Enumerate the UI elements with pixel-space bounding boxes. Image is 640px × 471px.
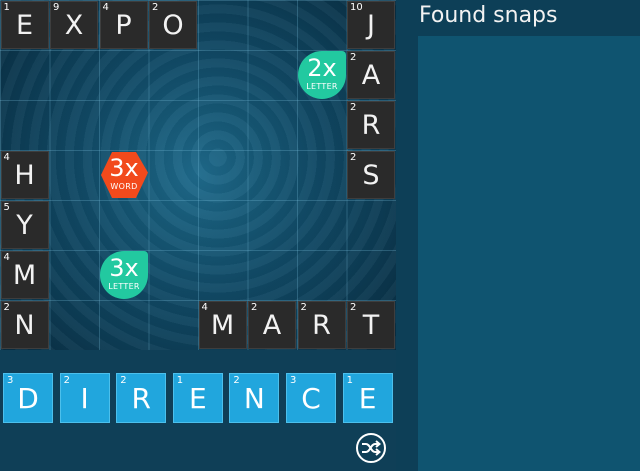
rack-tile[interactable]: 1E bbox=[342, 373, 393, 423]
tile-letter: Y bbox=[16, 210, 33, 241]
board-tile[interactable]: 2A bbox=[347, 51, 395, 99]
tile-letter: R bbox=[131, 382, 151, 415]
tile-letter: D bbox=[17, 382, 39, 415]
tile-letter: T bbox=[362, 310, 380, 341]
board-tile[interactable]: 9X bbox=[50, 1, 98, 49]
game-board[interactable]: 1 E 9 X 4 P 2 O 10 J 2 A 2 R 2 S 4 H 5 Y 4 M 2 N 4 M 2 A 2 R 2 T 2x LETTE… bbox=[0, 0, 396, 350]
board-tile[interactable]: 4M bbox=[198, 301, 247, 349]
tile-letter: N bbox=[14, 310, 35, 341]
tile-letter: E bbox=[188, 382, 207, 415]
found-snaps-list[interactable] bbox=[418, 36, 640, 471]
tile-letter: S bbox=[362, 160, 380, 191]
tile-letter: N bbox=[243, 382, 265, 415]
board-tile[interactable]: 2R bbox=[347, 101, 395, 149]
tile-letter: R bbox=[361, 110, 381, 141]
tile-letter: E bbox=[15, 10, 34, 41]
letter-multiplier-bonus: 2x LETTER bbox=[298, 51, 346, 99]
board-tile[interactable]: 10 J bbox=[347, 1, 395, 49]
board-tile[interactable]: 2T bbox=[347, 301, 395, 349]
board-tile[interactable]: 2R bbox=[297, 301, 346, 349]
rack-tile[interactable]: 1E bbox=[172, 373, 223, 423]
bonus-value: 3x bbox=[109, 254, 139, 282]
board-tile[interactable]: 4H bbox=[0, 151, 49, 199]
tile-letter: E bbox=[358, 382, 377, 415]
tile-letter: H bbox=[14, 160, 35, 191]
rack-tile[interactable]: 2N bbox=[229, 373, 280, 423]
tile-letter: P bbox=[115, 10, 132, 41]
bonus-kind: LETTER bbox=[306, 82, 338, 91]
board-tile[interactable]: 4M bbox=[0, 251, 49, 299]
letter-multiplier-bonus: 3x LETTER bbox=[100, 251, 148, 299]
shuffle-icon bbox=[362, 440, 381, 456]
board-tile[interactable]: 4P bbox=[99, 1, 148, 49]
bonus-value: 2x bbox=[307, 54, 337, 82]
tile-letter: M bbox=[210, 310, 235, 341]
tile-letter: J bbox=[367, 10, 375, 41]
tile-letter: R bbox=[312, 310, 331, 341]
bonus-kind: LETTER bbox=[108, 282, 140, 291]
board-tile[interactable]: 2N bbox=[0, 301, 49, 349]
tile-letter: A bbox=[361, 60, 381, 91]
tile-letter: A bbox=[262, 310, 282, 341]
board-tile[interactable]: 2O bbox=[149, 1, 197, 49]
board-tile[interactable]: 5Y bbox=[0, 201, 49, 249]
tile-letter: X bbox=[64, 10, 84, 41]
rack-tile[interactable]: 2R bbox=[116, 373, 167, 423]
rack-tile[interactable]: 3D bbox=[3, 373, 53, 423]
board-tile[interactable]: 2S bbox=[347, 151, 395, 199]
tile-letter: M bbox=[12, 260, 37, 291]
side-panel-title: Found snaps bbox=[419, 3, 558, 28]
game-screen: 1 E 9 X 4 P 2 O 10 J 2 A 2 R 2 S 4 H 5 Y 4 M 2 N 4 M 2 A 2 R 2 T 2x LETTE… bbox=[0, 0, 640, 471]
tile-letter: O bbox=[162, 10, 184, 41]
rack-tile[interactable]: 2I bbox=[59, 373, 110, 423]
board-tile[interactable]: 1E bbox=[0, 1, 49, 49]
rack-tile[interactable]: 3C bbox=[286, 373, 336, 423]
tile-letter: I bbox=[80, 382, 89, 415]
tile-letter: C bbox=[301, 382, 321, 415]
board-tile[interactable]: 2A bbox=[248, 301, 296, 349]
shuffle-button[interactable] bbox=[356, 433, 386, 463]
